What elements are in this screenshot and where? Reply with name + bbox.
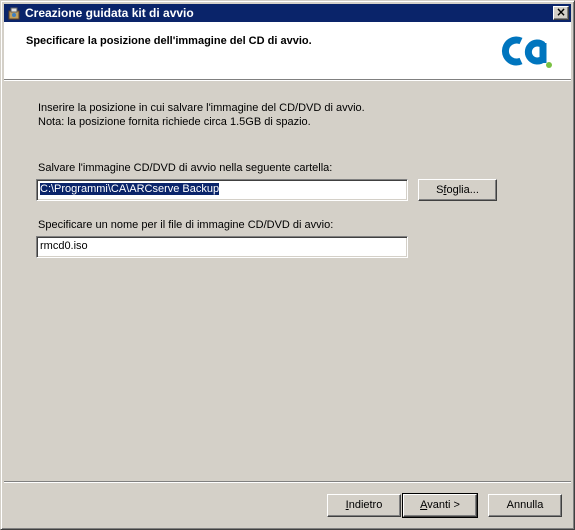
instruction-text: Inserire la posizione in cui salvare l'i… (38, 102, 365, 114)
title-bar[interactable]: Creazione guidata kit di avvio × (4, 4, 571, 22)
close-icon: × (555, 5, 567, 19)
next-button[interactable]: Avanti > (402, 493, 478, 518)
filename-value: rmcd0.iso (40, 240, 88, 252)
wizard-header: Specificare la posizione dell'immagine d… (4, 22, 571, 79)
browse-button[interactable]: Sfoglia... (418, 179, 497, 201)
footer-divider-highlight (4, 482, 571, 483)
page-title: Specificare la posizione dell'immagine d… (26, 35, 312, 47)
back-button[interactable]: Indietro (327, 494, 401, 517)
ca-logo (501, 36, 552, 68)
browse-label-rest: oglia... (446, 184, 479, 196)
wizard-window: Creazione guidata kit di avvio × Specifi… (0, 0, 575, 530)
folder-path-input[interactable]: C:\Programmi\CA\ARCserve Backup (36, 179, 408, 201)
cancel-button[interactable]: Annulla (488, 494, 562, 517)
filename-input[interactable]: rmcd0.iso (36, 236, 408, 258)
filename-label: Specificare un nome per il file di immag… (38, 219, 334, 231)
cancel-label: Annulla (506, 499, 544, 511)
folder-path-value: C:\Programmi\CA\ARCserve Backup (40, 183, 220, 195)
window-title: Creazione guidata kit di avvio (25, 6, 194, 20)
folder-label: Salvare l'immagine CD/DVD di avvio nella… (38, 162, 333, 174)
back-label-rest: ndietro (348, 499, 383, 511)
note-text: Nota: la posizione fornita richiede circ… (38, 116, 311, 128)
next-label-rest: vanti > (427, 499, 460, 511)
close-button[interactable]: × (553, 5, 569, 20)
header-divider-highlight (4, 80, 571, 81)
wizard-app-icon (8, 7, 20, 20)
